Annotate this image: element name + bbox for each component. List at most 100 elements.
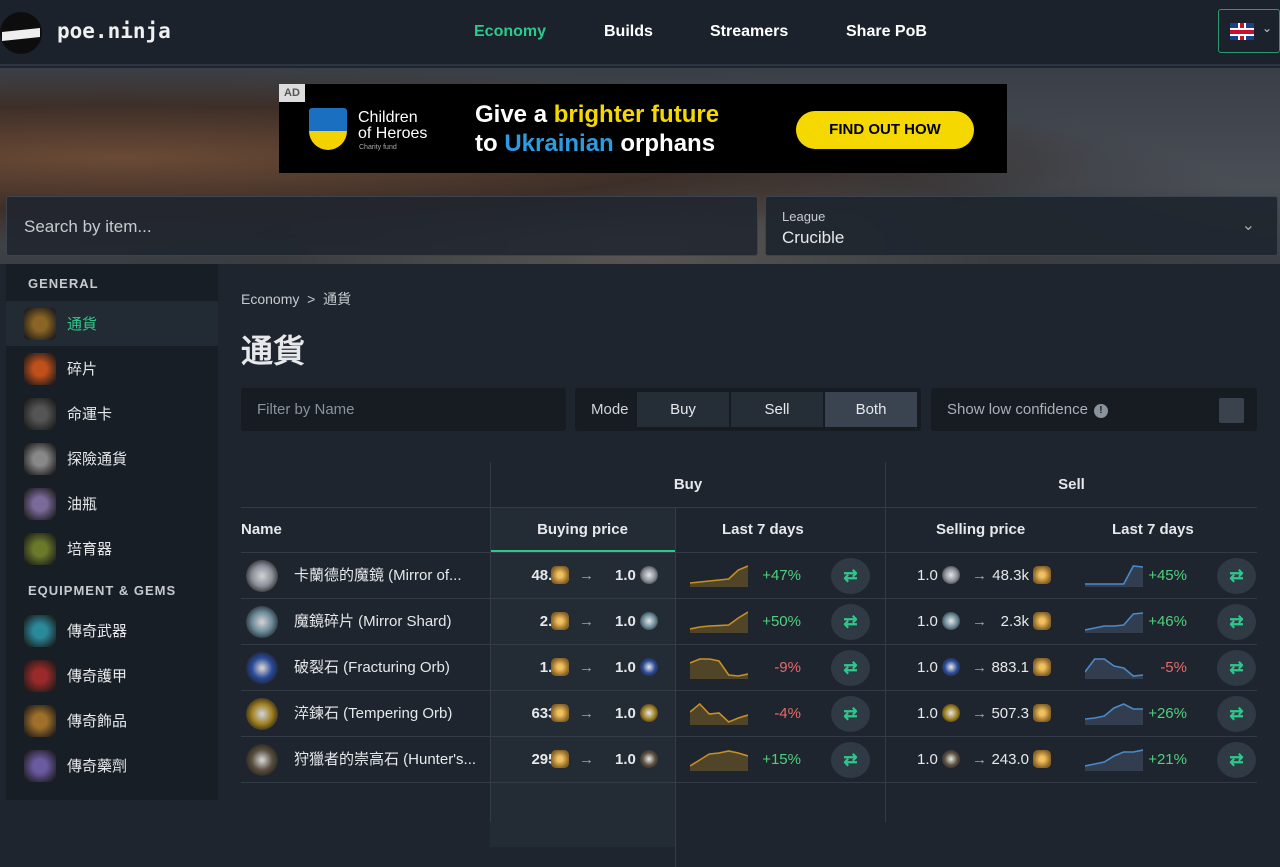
- table-row[interactable]: 淬鍊石 (Tempering Orb) 633.0 → 1.0 -4% ⇄ 1.…: [241, 690, 1257, 736]
- nav-builds[interactable]: Builds: [604, 23, 653, 41]
- low-confidence-toggle[interactable]: Show low confidence!: [931, 388, 1257, 431]
- low-confidence-checkbox[interactable]: [1219, 398, 1244, 423]
- brand-name[interactable]: poe.ninja: [57, 19, 171, 43]
- league-value: Crucible: [782, 228, 845, 247]
- col-selling-price[interactable]: Selling price: [936, 507, 1025, 552]
- item-icon: [941, 750, 960, 768]
- nav-share-pob[interactable]: Share PoB: [846, 23, 927, 41]
- mode-buy-button[interactable]: Buy: [637, 392, 729, 427]
- sell-change: +21%: [1148, 751, 1187, 768]
- sidebar-item[interactable]: 探險通貨: [6, 436, 218, 481]
- sidebar-item-label: 油瓶: [67, 496, 98, 513]
- sidebar-item[interactable]: 傳奇武器: [6, 608, 218, 653]
- swap-icon[interactable]: ⇄: [1217, 696, 1256, 732]
- sell-change: -5%: [1160, 659, 1187, 676]
- sell-sparkline: [1084, 599, 1144, 645]
- col-buying-price[interactable]: Buying price: [490, 507, 675, 552]
- column-divider: [675, 507, 676, 867]
- sidebar-item[interactable]: 通貨: [6, 301, 218, 346]
- chaos-orb-icon: [551, 704, 569, 722]
- chaos-orb-icon: [551, 658, 569, 676]
- sidebar-item-label: 傳奇飾品: [67, 713, 128, 730]
- swap-icon[interactable]: ⇄: [831, 650, 870, 686]
- table-row[interactable]: 狩獵者的崇高石 (Hunter's... 295.4 → 1.0 +15% ⇄ …: [241, 736, 1257, 782]
- sell-price: 2.3k: [1000, 613, 1029, 630]
- sell-price: 883.1: [991, 659, 1029, 676]
- ad-banner[interactable]: AD Children of Heroes Charity fund Give a…: [279, 84, 1007, 173]
- mode-sell-button[interactable]: Sell: [731, 392, 823, 427]
- sidebar-item[interactable]: 碎片: [6, 346, 218, 391]
- col-buy-7days[interactable]: Last 7 days: [722, 507, 804, 552]
- hl-d: Ukrainian: [504, 130, 614, 157]
- chaos-orb-icon: [551, 566, 569, 584]
- swap-icon[interactable]: ⇄: [1217, 742, 1256, 778]
- table-row[interactable]: 魔鏡碎片 (Mirror Shard) 2.5k → 1.0 +50% ⇄ 1.…: [241, 598, 1257, 644]
- arrow: →: [579, 751, 594, 768]
- group-sell: Sell: [885, 462, 1257, 507]
- item-name[interactable]: 破裂石 (Fracturing Orb): [294, 645, 450, 691]
- item-category-icon: [24, 442, 56, 475]
- nav-economy[interactable]: Economy: [474, 23, 546, 41]
- language-selector[interactable]: ⌄: [1218, 9, 1280, 53]
- swap-icon[interactable]: ⇄: [831, 604, 870, 640]
- filter-input[interactable]: Filter by Name: [241, 388, 566, 431]
- sidebar-item[interactable]: 傳奇護甲: [6, 653, 218, 698]
- sidebar-item[interactable]: 培育器: [6, 526, 218, 571]
- swap-icon[interactable]: ⇄: [1217, 604, 1256, 640]
- sidebar-section-title: GENERAL: [28, 276, 99, 291]
- info-icon[interactable]: !: [1093, 404, 1108, 418]
- chaos-orb-icon: [1033, 704, 1051, 722]
- league-select[interactable]: League Crucible ⌄: [765, 196, 1278, 256]
- unit: 1.0: [917, 659, 938, 676]
- item-icon: [639, 658, 658, 676]
- chaos-orb-icon: [1033, 566, 1051, 584]
- sell-sparkline: [1084, 737, 1144, 783]
- breadcrumb-current: 通貨: [323, 291, 352, 307]
- buy-change: +47%: [762, 567, 801, 584]
- mode-both-button[interactable]: Both: [825, 392, 917, 427]
- chevron-down-icon: ⌄: [1241, 217, 1255, 234]
- nav-streamers[interactable]: Streamers: [710, 23, 788, 41]
- arrow: →: [579, 613, 594, 630]
- breadcrumb-economy[interactable]: Economy: [241, 291, 299, 307]
- swap-icon[interactable]: ⇄: [1217, 650, 1256, 686]
- col-name[interactable]: Name: [241, 507, 282, 552]
- ad-cta-button[interactable]: FIND OUT HOW: [796, 111, 974, 149]
- uk-flag-icon: [1230, 23, 1254, 40]
- sidebar-item-label: 傳奇藥劑: [67, 758, 128, 775]
- table-row-partial[interactable]: [241, 782, 1257, 828]
- sidebar-item[interactable]: 命運卡: [6, 391, 218, 436]
- sidebar-item[interactable]: 傳奇飾品: [6, 698, 218, 743]
- item-icon: [941, 612, 960, 630]
- item-name[interactable]: 卡蘭德的魔鏡 (Mirror of...: [294, 553, 462, 599]
- swap-icon[interactable]: ⇄: [831, 742, 870, 778]
- unit: 1.0: [917, 613, 938, 630]
- sidebar-item-label: 命運卡: [67, 406, 113, 423]
- buy-sparkline: [689, 737, 749, 783]
- item-name[interactable]: 淬鍊石 (Tempering Orb): [294, 691, 452, 737]
- item-name[interactable]: 狩獵者的崇高石 (Hunter's...: [294, 737, 476, 783]
- hl-b: brighter future: [553, 101, 720, 128]
- sidebar-item-label: 傳奇武器: [67, 623, 128, 640]
- table-row[interactable]: 破裂石 (Fracturing Orb) 1.0k → 1.0 -9% ⇄ 1.…: [241, 644, 1257, 690]
- col-sell-7days[interactable]: Last 7 days: [1112, 507, 1194, 552]
- sidebar-item[interactable]: 油瓶: [6, 481, 218, 526]
- swap-icon[interactable]: ⇄: [1217, 558, 1256, 594]
- search-input[interactable]: Search by item...: [6, 196, 758, 256]
- sparkline-area: [1085, 613, 1143, 634]
- ninja-logo-icon[interactable]: [0, 12, 42, 54]
- table-row[interactable]: 卡蘭德的魔鏡 (Mirror of... 48.5k → 1.0 +47% ⇄ …: [241, 552, 1257, 598]
- sell-sparkline: [1084, 691, 1143, 737]
- swap-icon[interactable]: ⇄: [831, 558, 870, 594]
- buy-sparkline: [689, 645, 749, 691]
- swap-icon[interactable]: ⇄: [831, 696, 870, 732]
- chaos-orb-icon: [551, 612, 569, 630]
- item-icon: [246, 560, 278, 592]
- item-name[interactable]: 魔鏡碎片 (Mirror Shard): [294, 599, 452, 645]
- sidebar-item[interactable]: 傳奇藥劑: [6, 743, 218, 788]
- unit: 1.0: [917, 567, 938, 584]
- sparkline-area: [1085, 750, 1143, 772]
- buy-sparkline: [689, 599, 749, 645]
- hl-a: Give a: [475, 101, 554, 128]
- page-title: 通貨: [241, 333, 306, 369]
